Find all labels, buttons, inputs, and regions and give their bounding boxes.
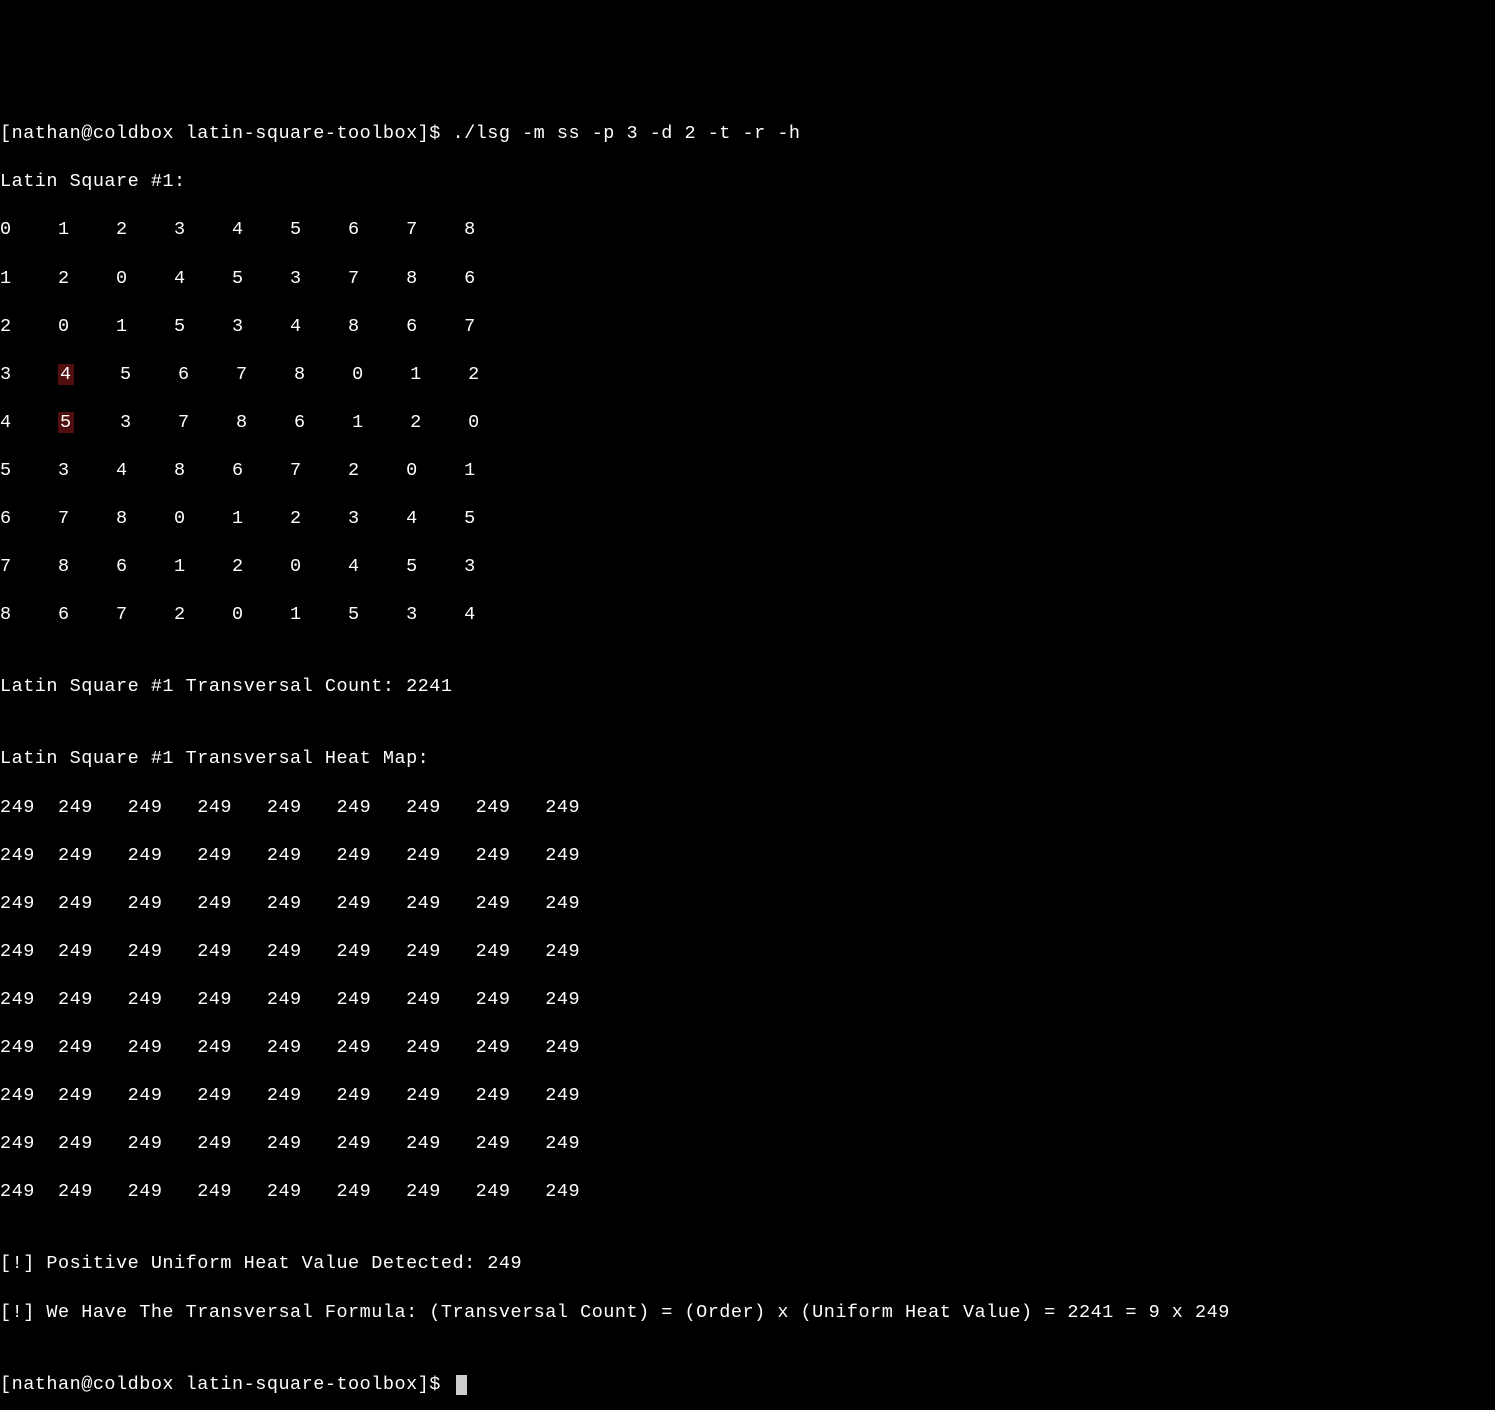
heatmap-row: 249 249 249 249 249 249 249 249 249 [0, 1084, 1495, 1108]
row-prefix: 4 [0, 412, 58, 433]
latin-square-row: 5 3 4 8 6 7 2 0 1 [0, 459, 1495, 483]
latin-square-row: 4 5 3 7 8 6 1 2 0 [0, 411, 1495, 435]
heatmap-row: 249 249 249 249 249 249 249 249 249 [0, 796, 1495, 820]
row-suffix: 5 6 7 8 0 1 2 [74, 364, 480, 385]
latin-square-row: 7 8 6 1 2 0 4 5 3 [0, 555, 1495, 579]
output-header: Latin Square #1: [0, 170, 1495, 194]
prompt-text: [nathan@coldbox latin-square-toolbox]$ [0, 1374, 452, 1395]
transversal-count-line: Latin Square #1 Transversal Count: 2241 [0, 675, 1495, 699]
heatmap-row: 249 249 249 249 249 249 249 249 249 [0, 892, 1495, 916]
cursor-icon [456, 1375, 467, 1395]
heatmap-row: 249 249 249 249 249 249 249 249 249 [0, 1132, 1495, 1156]
detection-line: [!] Positive Uniform Heat Value Detected… [0, 1252, 1495, 1276]
heatmap-row: 249 249 249 249 249 249 249 249 249 [0, 940, 1495, 964]
highlighted-cell: 4 [58, 364, 74, 385]
heatmap-header: Latin Square #1 Transversal Heat Map: [0, 747, 1495, 771]
heatmap-row: 249 249 249 249 249 249 249 249 249 [0, 1036, 1495, 1060]
heatmap-row: 249 249 249 249 249 249 249 249 249 [0, 844, 1495, 868]
latin-square-row: 2 0 1 5 3 4 8 6 7 [0, 315, 1495, 339]
row-prefix: 3 [0, 364, 58, 385]
latin-square-row: 3 4 5 6 7 8 0 1 2 [0, 363, 1495, 387]
latin-square-row: 1 2 0 4 5 3 7 8 6 [0, 267, 1495, 291]
latin-square-row: 8 6 7 2 0 1 5 3 4 [0, 603, 1495, 627]
prompt-line[interactable]: [nathan@coldbox latin-square-toolbox]$ [0, 1373, 1495, 1397]
prompt-command-line: [nathan@coldbox latin-square-toolbox]$ .… [0, 122, 1495, 146]
latin-square-row: 6 7 8 0 1 2 3 4 5 [0, 507, 1495, 531]
row-suffix: 3 7 8 6 1 2 0 [74, 412, 480, 433]
formula-line: [!] We Have The Transversal Formula: (Tr… [0, 1301, 1495, 1325]
terminal-window[interactable]: [nathan@coldbox latin-square-toolbox]$ .… [0, 98, 1495, 1410]
heatmap-row: 249 249 249 249 249 249 249 249 249 [0, 1180, 1495, 1204]
heatmap-row: 249 249 249 249 249 249 249 249 249 [0, 988, 1495, 1012]
highlighted-cell: 5 [58, 412, 74, 433]
latin-square-row: 0 1 2 3 4 5 6 7 8 [0, 218, 1495, 242]
